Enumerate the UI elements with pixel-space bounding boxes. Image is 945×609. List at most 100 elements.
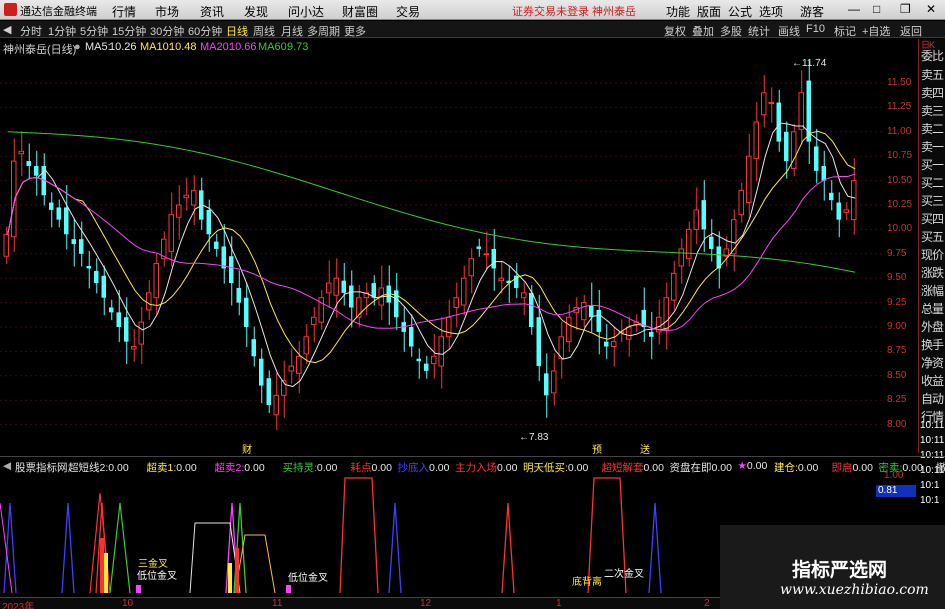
candle-body[interactable] <box>394 290 399 318</box>
candle-body[interactable] <box>236 287 242 303</box>
candle-body[interactable] <box>244 297 249 327</box>
menu-trade[interactable]: 交易 <box>396 3 420 20</box>
tool-draw[interactable]: 画线 <box>778 23 800 39</box>
tab-intraday[interactable]: 分时 <box>20 23 42 39</box>
candle-body[interactable] <box>101 275 107 298</box>
event-mark-forecast[interactable]: 预 <box>592 441 602 456</box>
event-mark-dividend[interactable]: 送 <box>640 441 650 456</box>
candle-body[interactable] <box>738 189 744 216</box>
candle-body[interactable] <box>709 236 714 249</box>
panel-auto[interactable]: 自动 <box>921 390 945 407</box>
candle-body[interactable] <box>221 246 227 269</box>
tool-mark[interactable]: 标记 <box>834 23 856 39</box>
candle-body[interactable] <box>116 312 122 327</box>
candle-body[interactable] <box>409 327 414 347</box>
tab-15min[interactable]: 15分钟 <box>112 23 146 39</box>
candle-body[interactable] <box>56 207 62 220</box>
tab-5min[interactable]: 5分钟 <box>80 23 108 39</box>
menu-guest[interactable]: 游客 <box>800 3 824 20</box>
candle-body[interactable] <box>784 131 789 162</box>
candle-body[interactable] <box>544 373 549 396</box>
candle-body[interactable] <box>521 292 527 299</box>
tab-weekly[interactable]: 周线 <box>253 23 275 39</box>
candle-body[interactable] <box>303 336 309 355</box>
candle-body[interactable] <box>18 150 24 155</box>
settings-icon[interactable]: ● <box>74 41 81 53</box>
menu-options[interactable]: 选项 <box>759 3 783 20</box>
tool-multi-stock[interactable]: 多股 <box>720 23 742 39</box>
candle-body[interactable] <box>79 239 84 254</box>
menu-wealth[interactable]: 财富圈 <box>342 3 378 20</box>
login-status[interactable]: 证券交易未登录 <box>512 3 589 19</box>
candle-body[interactable] <box>746 155 752 204</box>
candle-body[interactable] <box>349 285 354 308</box>
tool-f10[interactable]: F10 <box>806 23 825 35</box>
candle-body[interactable] <box>529 292 534 327</box>
tool-back[interactable]: 返回 <box>900 23 922 39</box>
candle-body[interactable] <box>483 253 489 256</box>
candle-body[interactable] <box>581 302 587 321</box>
candle-body[interactable] <box>138 321 144 345</box>
candle-body[interactable] <box>649 331 654 337</box>
candle-body[interactable] <box>566 316 572 343</box>
candle-body[interactable] <box>259 358 264 386</box>
candle-body[interactable] <box>686 228 692 260</box>
candle-body[interactable] <box>611 341 617 348</box>
candle-body[interactable] <box>183 194 189 199</box>
candle-body[interactable] <box>94 270 99 284</box>
candle-body[interactable] <box>124 317 129 342</box>
menu-layout[interactable]: 版面 <box>697 3 721 20</box>
candle-body[interactable] <box>34 165 39 176</box>
candle-body[interactable] <box>851 180 857 221</box>
candle-body[interactable] <box>191 189 197 206</box>
collapse-icon[interactable]: ◀ <box>3 23 11 36</box>
candle-body[interactable] <box>49 202 54 210</box>
candle-body[interactable] <box>296 355 302 374</box>
menu-function[interactable]: 功能 <box>666 3 690 20</box>
candle-body[interactable] <box>229 256 234 284</box>
tab-multi-period[interactable]: 多周期 <box>307 23 340 39</box>
tool-add-favorite[interactable]: +自选 <box>862 23 890 39</box>
candle-body[interactable] <box>843 209 849 213</box>
candle-body[interactable] <box>431 355 437 365</box>
candle-body[interactable] <box>273 394 279 416</box>
candle-body[interactable] <box>153 263 159 299</box>
candle-body[interactable] <box>678 248 684 267</box>
candle-body[interactable] <box>251 339 257 357</box>
candle-body[interactable] <box>461 277 467 306</box>
candle-body[interactable] <box>64 207 69 235</box>
candle-body[interactable] <box>424 363 429 371</box>
candlestick-chart[interactable] <box>0 56 885 451</box>
tool-overlay[interactable]: 叠加 <box>692 23 714 39</box>
candle-body[interactable] <box>326 282 332 294</box>
candle-body[interactable] <box>176 204 182 218</box>
candle-body[interactable] <box>671 272 677 301</box>
candle-body[interactable] <box>438 336 444 367</box>
candle-body[interactable] <box>536 317 542 367</box>
candle-body[interactable] <box>491 248 497 269</box>
candle-body[interactable] <box>476 246 482 249</box>
candle-body[interactable] <box>836 202 842 220</box>
tab-monthly[interactable]: 月线 <box>281 23 303 39</box>
tab-60min[interactable]: 60分钟 <box>188 23 222 39</box>
tab-more[interactable]: 更多 <box>344 23 366 39</box>
candle-body[interactable] <box>589 305 594 318</box>
menu-formula[interactable]: 公式 <box>728 3 752 20</box>
candle-body[interactable] <box>498 277 504 282</box>
menu-discover[interactable]: 发现 <box>244 3 268 20</box>
candle-body[interactable] <box>829 192 834 201</box>
candle-body[interactable] <box>596 309 602 332</box>
candle-body[interactable] <box>3 233 9 257</box>
restore-icon[interactable]: ❐ <box>900 2 911 16</box>
candle-body[interactable] <box>86 266 92 269</box>
candle-body[interactable] <box>416 358 422 362</box>
tab-daily[interactable]: 日线 <box>226 23 248 39</box>
candle-body[interactable] <box>768 102 774 105</box>
menu-market[interactable]: 市场 <box>155 3 179 20</box>
candle-body[interactable] <box>266 378 272 406</box>
tab-30min[interactable]: 30分钟 <box>150 23 184 39</box>
candle-body[interactable] <box>753 121 759 160</box>
candle-body[interactable] <box>214 241 219 249</box>
minimize-icon[interactable]: — <box>848 2 860 16</box>
close-icon[interactable]: ✕ <box>926 2 936 16</box>
